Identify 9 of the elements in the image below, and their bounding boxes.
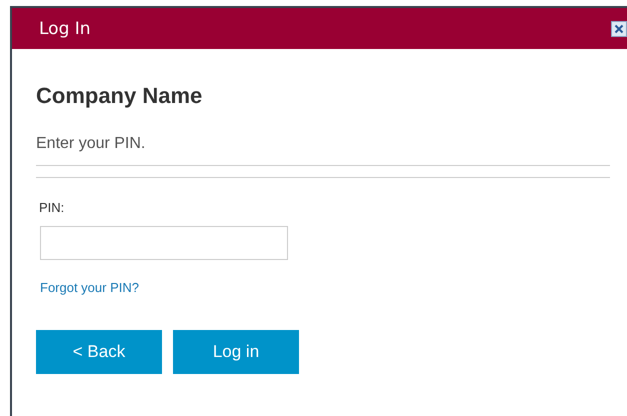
pin-label: PIN: — [39, 200, 66, 215]
window-title: Log In — [39, 18, 91, 38]
login-button[interactable]: Log in — [173, 330, 299, 374]
company-name: Company Name — [36, 83, 204, 109]
pin-field[interactable] — [40, 226, 288, 260]
instruction-text: Enter your PIN. — [36, 135, 610, 166]
forgot-pin-link[interactable]: Forgot your PIN? — [40, 280, 139, 295]
back-button[interactable]: < Back — [36, 330, 162, 374]
close-icon[interactable] — [611, 20, 627, 36]
